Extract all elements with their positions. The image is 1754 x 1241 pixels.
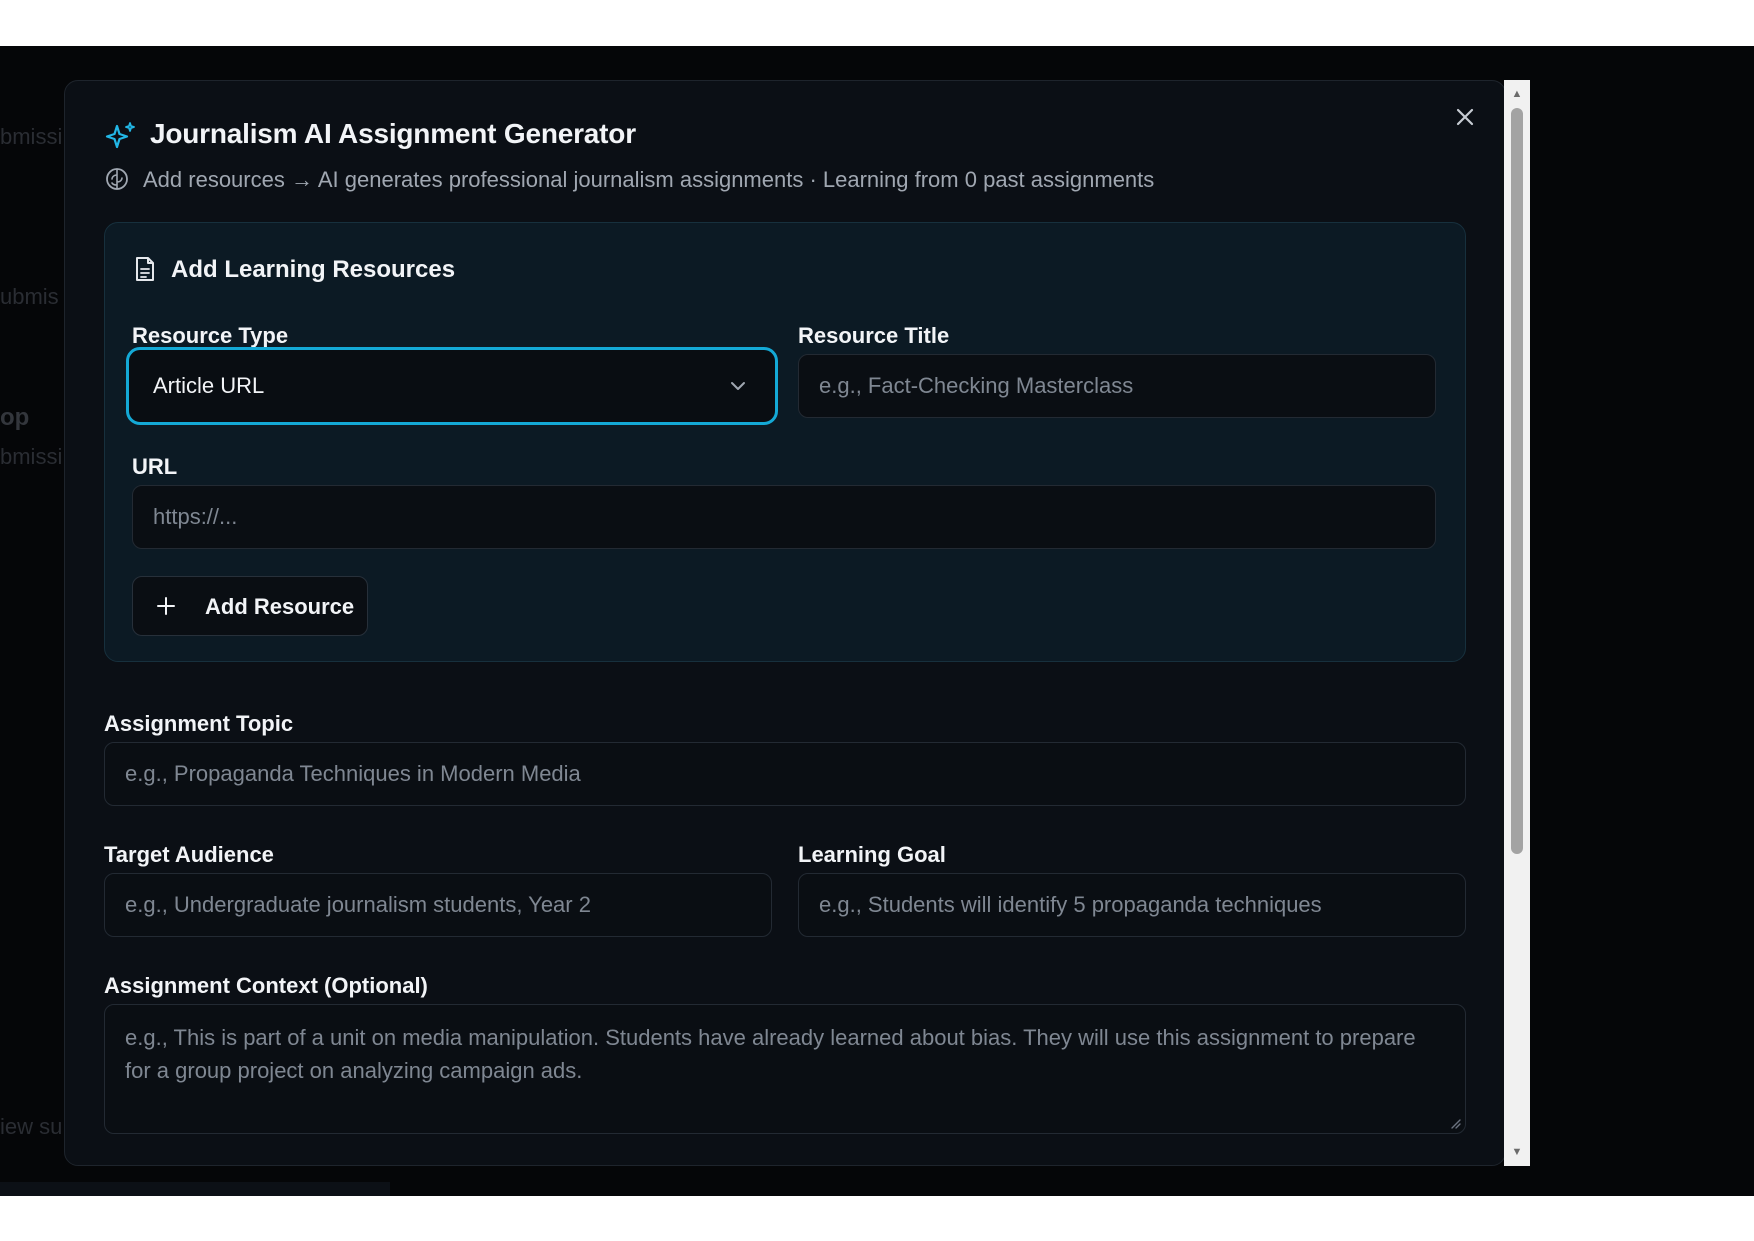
assignment-context-textarea[interactable]: e.g., This is part of a unit on media ma…	[104, 1004, 1466, 1134]
close-icon	[1456, 108, 1474, 126]
learning-goal-input[interactable]: e.g., Students will identify 5 propagand…	[798, 873, 1466, 937]
assignment-topic-label: Assignment Topic	[104, 711, 294, 736]
close-button[interactable]	[1452, 104, 1478, 130]
url-label: URL	[132, 454, 178, 479]
background-text: op	[0, 404, 30, 431]
background-text: bmissi	[0, 444, 63, 469]
document-icon	[136, 257, 154, 281]
add-resource-button[interactable]: Add Resource	[132, 576, 368, 636]
scrollbar-thumb[interactable]	[1511, 108, 1523, 854]
background-text: iew su	[0, 1114, 63, 1139]
background-bar	[0, 1182, 390, 1196]
learning-goal-placeholder: e.g., Students will identify 5 propagand…	[819, 892, 1322, 917]
resize-grip-icon[interactable]	[1449, 1117, 1461, 1129]
assignment-context-placeholder: e.g., This is part of a unit on media ma…	[125, 1025, 1416, 1083]
background-text: bmissi	[0, 124, 63, 149]
resource-type-value: Article URL	[153, 373, 265, 398]
resources-section-title: Add Learning Resources	[171, 256, 456, 283]
resource-type-label: Resource Type	[132, 323, 289, 348]
url-input[interactable]: https://...	[132, 485, 1436, 549]
scroll-down-arrow-icon[interactable]: ▼	[1504, 1142, 1530, 1162]
scroll-up-arrow-icon[interactable]: ▲	[1504, 84, 1530, 104]
chevron-down-icon	[731, 382, 745, 390]
add-resource-label: Add Resource	[205, 594, 355, 619]
dialog-subtitle: Add resources → AI generates professiona…	[143, 167, 1155, 192]
url-placeholder: https://...	[153, 504, 238, 529]
target-audience-placeholder: e.g., Undergraduate journalism students,…	[125, 892, 591, 917]
background-text: ubmis	[0, 284, 59, 309]
resource-title-input[interactable]: e.g., Fact-Checking Masterclass	[798, 354, 1436, 418]
resource-title-placeholder: e.g., Fact-Checking Masterclass	[819, 373, 1134, 398]
assignment-context-label: Assignment Context (Optional)	[104, 973, 428, 998]
learning-goal-label: Learning Goal	[798, 842, 946, 867]
assignment-topic-input[interactable]: e.g., Propaganda Techniques in Modern Me…	[104, 742, 1466, 806]
resource-type-select[interactable]: Article URL	[126, 347, 778, 425]
sparkles-icon	[105, 122, 135, 149]
dialog-scrollbar[interactable]: ▲ ▼	[1504, 80, 1530, 1166]
resource-title-label: Resource Title	[798, 323, 950, 348]
plus-icon	[157, 597, 175, 615]
target-audience-label: Target Audience	[104, 842, 274, 867]
brain-icon	[106, 168, 128, 190]
target-audience-input[interactable]: e.g., Undergraduate journalism students,…	[104, 873, 772, 937]
dialog-title: Journalism AI Assignment Generator	[150, 118, 636, 149]
assignment-topic-placeholder: e.g., Propaganda Techniques in Modern Me…	[125, 761, 581, 786]
